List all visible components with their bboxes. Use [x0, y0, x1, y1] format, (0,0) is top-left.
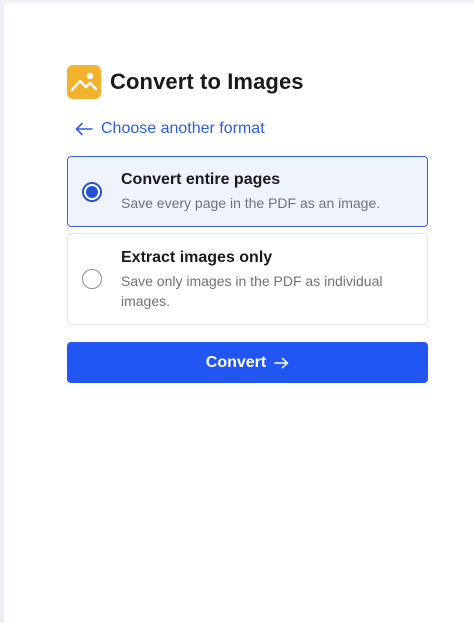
radio-extract-images-only[interactable]: [82, 269, 102, 289]
option-convert-entire-pages[interactable]: Convert entire pages Save every page in …: [67, 156, 428, 227]
convert-button[interactable]: Convert: [67, 342, 428, 383]
radio-convert-entire-pages[interactable]: [82, 181, 102, 202]
arrow-right-icon: [274, 357, 289, 368]
option-text: Extract images only Save only images in …: [121, 248, 411, 311]
option-text: Convert entire pages Save every page in …: [121, 170, 380, 213]
window-left-edge: [0, 0, 4, 623]
page-title: Convert to Images: [110, 69, 304, 94]
back-link-label: Choose another format: [101, 120, 265, 137]
panel-header: Convert to Images: [67, 64, 428, 100]
option-title: Extract images only: [121, 248, 273, 266]
convert-button-label: Convert: [205, 353, 267, 371]
window-top-edge: [0, 0, 474, 3]
option-extract-images-only[interactable]: Extract images only Save only images in …: [67, 233, 428, 325]
image-icon: [67, 65, 101, 99]
convert-panel: Convert to Images Choose another format …: [67, 64, 428, 383]
conversion-options: Convert entire pages Save every page in …: [67, 156, 428, 325]
choose-another-format-link[interactable]: Choose another format: [67, 118, 428, 140]
option-description: Save every page in the PDF as an image.: [121, 195, 381, 211]
option-description: Save only images in the PDF as individua…: [121, 272, 383, 309]
option-title: Convert entire pages: [121, 171, 281, 188]
arrow-left-icon: [75, 122, 93, 136]
